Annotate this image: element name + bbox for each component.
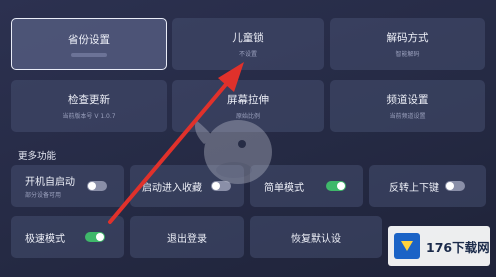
watermark-logo-icon (394, 233, 420, 259)
watermark-text: 176下载网 (426, 239, 490, 255)
site-watermark: 176下载网 (388, 226, 490, 266)
